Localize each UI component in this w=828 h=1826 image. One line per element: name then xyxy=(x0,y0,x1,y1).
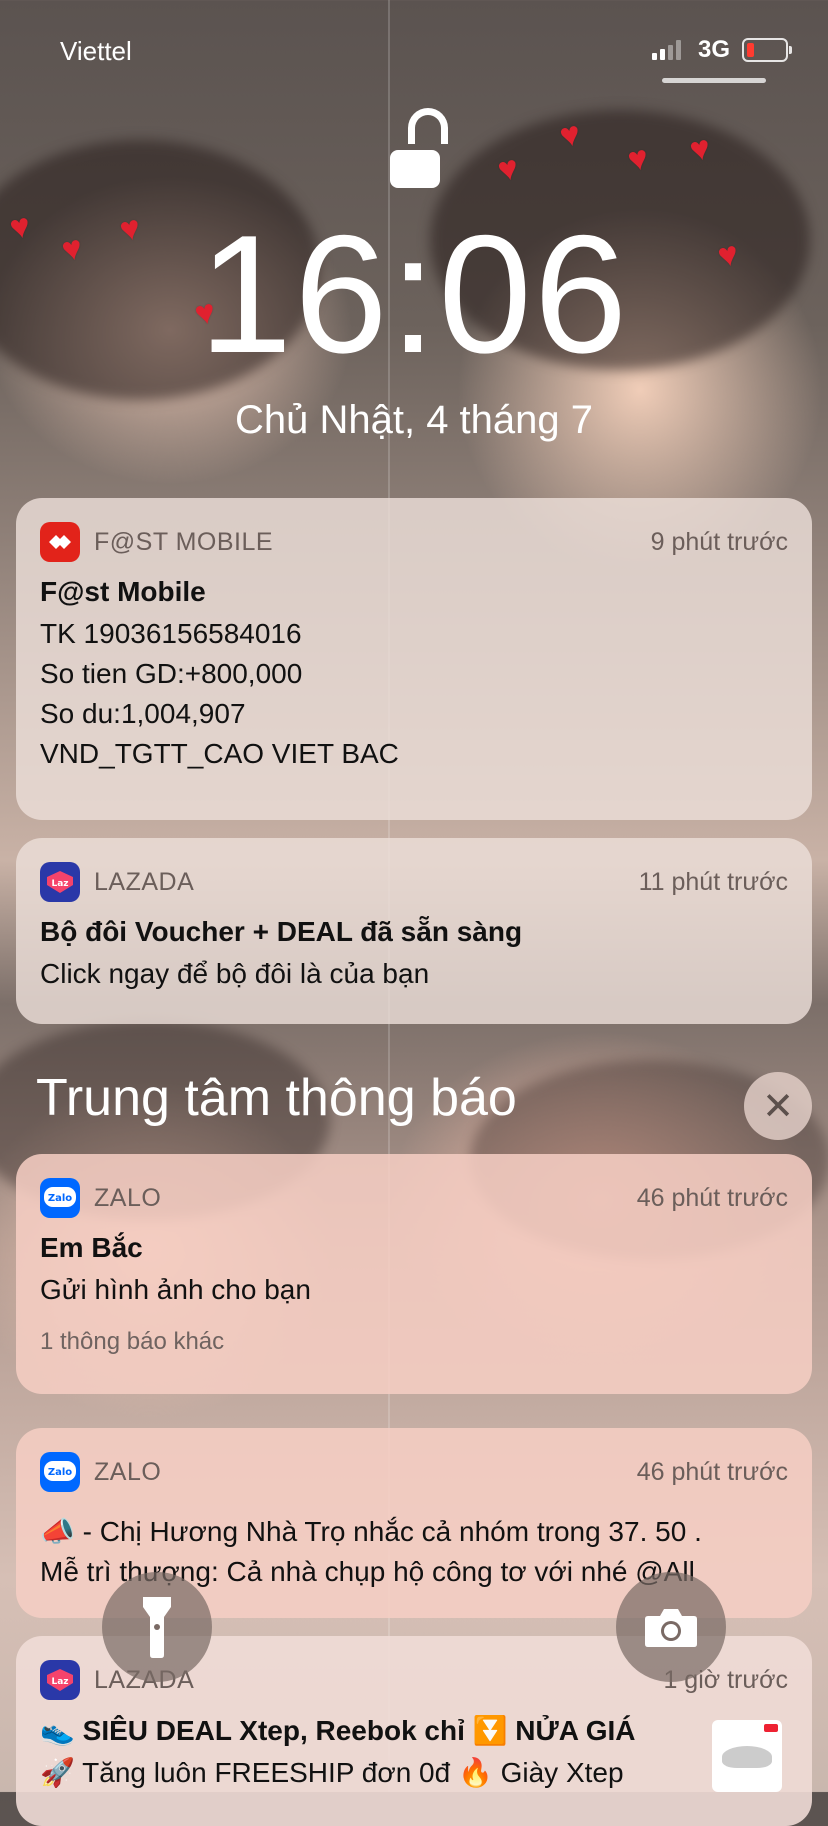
close-icon: ✕ xyxy=(762,1085,794,1128)
notification-line: Gửi hình ảnh cho bạn xyxy=(40,1274,311,1305)
notification-line: So du:1,004,907 xyxy=(40,698,246,729)
notification-time: 46 phút trước xyxy=(636,1183,788,1212)
notification-title: 👟 SIÊU DEAL Xtep, Reebok chỉ ⏬ NỬA GIÁ xyxy=(40,1715,636,1746)
notification-card[interactable]: Laz LAZADA 11 phút trước Bộ đôi Voucher … xyxy=(16,838,812,1024)
notification-line: Click ngay để bộ đôi là của bạn xyxy=(40,958,430,989)
notification-line: 📣 - Chị Hương Nhà Trọ nhắc cả nhóm trong… xyxy=(40,1516,702,1547)
notification-card[interactable]: F@ST MOBILE 9 phút trước F@st Mobile TK … xyxy=(16,498,812,820)
app-name: LAZADA xyxy=(94,867,195,896)
svg-text:Laz: Laz xyxy=(51,1677,68,1687)
more-notifications-count: 1 thông báo khác xyxy=(40,1328,225,1355)
status-bar: Viettel 3G xyxy=(0,0,828,100)
notification-time: 46 phút trước xyxy=(636,1457,788,1486)
lock-date: Chủ Nhật, 4 tháng 7 xyxy=(234,398,594,442)
techcombank-icon xyxy=(40,522,80,562)
signal-icon xyxy=(652,38,681,60)
camera-icon xyxy=(645,1609,697,1647)
svg-text:Zalo: Zalo xyxy=(48,1193,72,1204)
camera-button[interactable] xyxy=(616,1572,726,1682)
notification-line: So tien GD:+800,000 xyxy=(40,658,303,689)
network-type: 3G xyxy=(698,36,731,63)
app-name: F@ST MOBILE xyxy=(94,527,274,556)
notification-stack[interactable]: Zalo ZALO 46 phút trước Em Bắc Gửi hình … xyxy=(16,1154,812,1394)
notification-time: 11 phút trước xyxy=(638,867,788,896)
lock-clock: 16:06 xyxy=(198,200,630,388)
carrier-name: Viettel xyxy=(60,36,132,66)
flashlight-icon xyxy=(143,1597,171,1658)
notification-center-title: Trung tâm thông báo xyxy=(36,1069,517,1127)
svg-text:Laz: Laz xyxy=(51,879,68,889)
product-thumbnail xyxy=(712,1720,782,1792)
notification-title: F@st Mobile xyxy=(40,576,206,607)
flashlight-button[interactable] xyxy=(102,1572,212,1682)
zalo-icon: Zalo xyxy=(40,1452,80,1492)
lazada-icon: Laz xyxy=(40,862,80,902)
app-name: ZALO xyxy=(94,1457,162,1486)
clear-notifications-button[interactable]: ✕ xyxy=(744,1072,812,1140)
notification-line: 🚀 Tăng luôn FREESHIP đơn 0đ 🔥 Giày Xtep xyxy=(40,1757,624,1788)
notification-line: TK 19036156584016 xyxy=(40,618,302,649)
battery-icon xyxy=(742,38,792,62)
zalo-icon: Zalo xyxy=(40,1178,80,1218)
unlocked-padlock-icon xyxy=(390,108,448,188)
lazada-icon: Laz xyxy=(40,1660,80,1700)
app-name: ZALO xyxy=(94,1183,162,1212)
notification-title: Bộ đôi Voucher + DEAL đã sẵn sàng xyxy=(40,916,523,947)
notification-time: 9 phút trước xyxy=(650,527,788,556)
svg-text:Zalo: Zalo xyxy=(48,1467,72,1478)
notification-line: VND_TGTT_CAO VIET BAC xyxy=(40,738,399,769)
notification-title: Em Bắc xyxy=(40,1232,143,1263)
control-center-grabber[interactable] xyxy=(662,78,766,83)
